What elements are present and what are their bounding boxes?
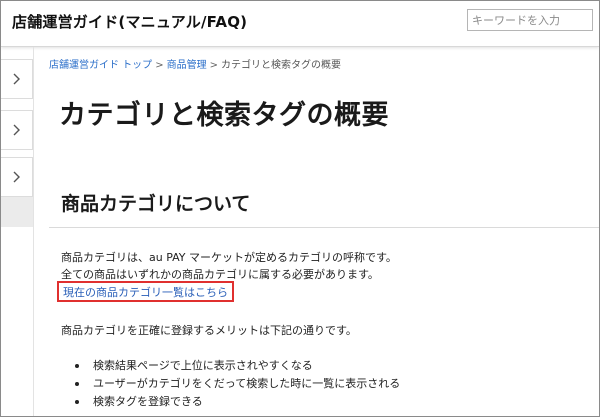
intro-line-2: 全ての商品はいずれかの商品カテゴリに属する必要があります。: [61, 268, 379, 281]
category-list-link-highlight: 現在の商品カテゴリ一覧はこちら: [57, 281, 234, 302]
browser-frame: 店舗運営ガイド(マニュアル/FAQ) 店舗運営ガイド トップ>商品管理>カテゴリ…: [0, 0, 600, 417]
merits-intro: 商品カテゴリを正確に登録するメリットは下記の通りです。: [61, 324, 357, 337]
bullet-icon: [75, 364, 79, 368]
merits-list: 検索結果ページで上位に表示されやすくなる ユーザーがカテゴリをくだって検索した時…: [61, 357, 400, 411]
sidebar-toggle-2[interactable]: [1, 110, 33, 150]
site-header: 店舗運営ガイド(マニュアル/FAQ): [1, 1, 599, 47]
breadcrumb-separator: >: [209, 60, 218, 71]
list-item: 検索結果ページで上位に表示されやすくなる: [61, 357, 400, 375]
intro-line-1: 商品カテゴリは、au PAY マーケットが定めるカテゴリの呼称です。: [61, 251, 397, 264]
chevron-right-icon: [13, 171, 20, 183]
bullet-icon: [75, 400, 79, 404]
breadcrumb-current: カテゴリと検索タグの概要: [220, 60, 341, 71]
list-item: 検索タグを登録できる: [61, 393, 400, 411]
breadcrumb-home-link[interactable]: 店舗運営ガイド トップ: [49, 60, 152, 71]
breadcrumb-category-link[interactable]: 商品管理: [167, 60, 207, 71]
sidebar-toggle-1[interactable]: [1, 59, 33, 99]
breadcrumb: 店舗運営ガイド トップ > 商品管理 > カテゴリと検索タグの概要: [49, 56, 341, 71]
site-title[interactable]: 店舗運営ガイド(マニュアル/FAQ): [12, 11, 247, 32]
chevron-right-icon: [13, 124, 20, 136]
category-list-link[interactable]: 現在の商品カテゴリ一覧はこちら: [63, 284, 228, 300]
section-heading: 商品カテゴリについて: [61, 193, 251, 215]
sidebar: [1, 47, 33, 416]
search-input[interactable]: [467, 9, 593, 31]
list-item-text: 検索タグを登録できる: [93, 395, 203, 408]
page-title: カテゴリと検索タグの概要: [59, 100, 389, 131]
section-divider: [49, 227, 599, 228]
sidebar-divider: [33, 47, 34, 416]
sidebar-active-strip: [1, 197, 33, 227]
chevron-right-icon: [13, 73, 20, 85]
bullet-icon: [75, 382, 79, 386]
breadcrumb-separator: >: [155, 60, 164, 71]
sidebar-toggle-3[interactable]: [1, 157, 33, 197]
list-item-text: ユーザーがカテゴリをくだって検索した時に一覧に表示される: [93, 377, 401, 390]
list-item: ユーザーがカテゴリをくだって検索した時に一覧に表示される: [61, 375, 400, 393]
list-item-text: 検索結果ページで上位に表示されやすくなる: [93, 359, 313, 372]
